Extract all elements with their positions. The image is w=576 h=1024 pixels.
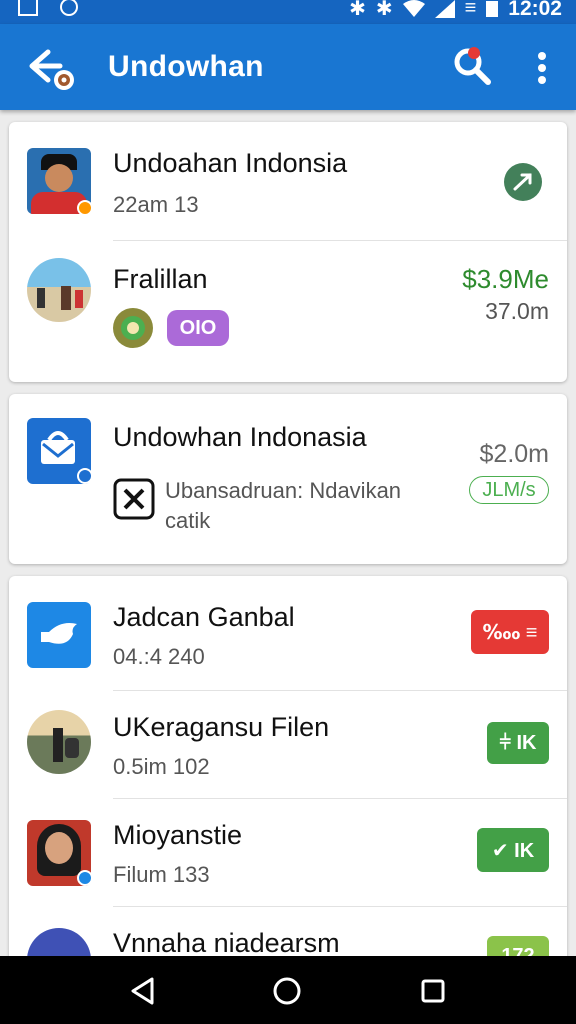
avatar bbox=[27, 602, 91, 668]
item-subtitle: 0.5im 102 bbox=[113, 754, 210, 779]
wifi-icon bbox=[402, 0, 425, 17]
verified-badge-icon bbox=[77, 468, 93, 484]
item-amount: $2.0m bbox=[479, 440, 549, 468]
item-name: UKeragansu Filen bbox=[113, 712, 330, 742]
bluetooth-icon: ✱ bbox=[375, 0, 393, 20]
category-chip[interactable]: OIO bbox=[167, 310, 229, 346]
list-item[interactable]: UKeragansu Filen 0.5im 102 ⫩ IK bbox=[9, 690, 567, 798]
item-name: Vnnaha niadearsm bbox=[113, 928, 340, 958]
back-triangle-icon[interactable] bbox=[128, 976, 158, 1006]
list-item[interactable]: Jadcan Ganbal 04.:4 240 ‱ ≡ bbox=[9, 576, 567, 690]
avatar bbox=[27, 258, 91, 322]
item-name: Jadcan Ganbal bbox=[113, 602, 295, 632]
list-item[interactable]: Mioyanstie Filum 133 ✔ IK bbox=[9, 798, 567, 906]
close-box-icon[interactable] bbox=[113, 478, 155, 520]
card-middle[interactable]: Undowhan Indonasia Ubansadruan: Ndavikan… bbox=[9, 394, 567, 564]
status-bar: ✱ ✱ ≡ 12:02 bbox=[0, 0, 576, 24]
verified-badge-icon bbox=[77, 200, 93, 216]
bluetooth-icon: ✱ bbox=[349, 0, 366, 20]
navigation-bar bbox=[0, 956, 576, 1024]
item-name: Mioyanstie bbox=[113, 820, 243, 850]
item-name: Undowhan Indonasia bbox=[113, 422, 367, 452]
card-bottom: Jadcan Ganbal 04.:4 240 ‱ ≡ UKeragansu F… bbox=[9, 576, 567, 976]
back-arrow-icon[interactable] bbox=[26, 44, 74, 92]
search-icon[interactable] bbox=[452, 46, 492, 86]
item-name: Undoahan Indonsia bbox=[113, 148, 348, 178]
item-subtitle: 22am 13 bbox=[113, 192, 199, 217]
item-subtitle: 04.:4 240 bbox=[113, 644, 205, 669]
trend-arrow-icon[interactable] bbox=[503, 162, 543, 202]
battery-icon: ≡ bbox=[464, 0, 477, 19]
list-item[interactable]: Fralillan OIO $3.9Me 37.0m bbox=[9, 240, 567, 382]
verified-badge-icon bbox=[77, 870, 93, 886]
signal-icon bbox=[434, 0, 455, 18]
status-pill: JLM/s bbox=[469, 476, 549, 504]
status-tag[interactable]: ‱ ≡ bbox=[471, 610, 549, 654]
more-vert-icon[interactable] bbox=[528, 48, 556, 88]
status-time: 12:02 bbox=[508, 0, 562, 20]
page-title: Undowhan bbox=[108, 50, 264, 83]
bird-icon bbox=[41, 623, 77, 644]
item-amount-secondary: 37.0m bbox=[485, 298, 549, 324]
card-top: Undoahan Indonsia 22am 13 Fralillan OIO … bbox=[9, 122, 567, 382]
status-tag[interactable]: ⫩ IK bbox=[487, 722, 549, 764]
clock-icon bbox=[60, 0, 78, 16]
item-subtitle: Filum 133 bbox=[113, 862, 210, 887]
list-item[interactable]: Undoahan Indonsia 22am 13 bbox=[9, 122, 567, 240]
item-amount: $3.9Me bbox=[462, 264, 549, 294]
home-circle-icon[interactable] bbox=[272, 976, 302, 1006]
item-description: Ubansadruan: Ndavikan catik bbox=[165, 478, 402, 533]
item-name: Fralillan bbox=[113, 264, 208, 294]
photo-icon bbox=[18, 0, 38, 16]
app-bar: Undowhan bbox=[0, 24, 576, 110]
status-tag[interactable]: ✔ IK bbox=[477, 828, 549, 872]
recents-square-icon[interactable] bbox=[420, 978, 446, 1004]
battery-icon bbox=[486, 0, 499, 17]
avatar bbox=[27, 710, 91, 774]
flag-avatar bbox=[113, 308, 153, 348]
